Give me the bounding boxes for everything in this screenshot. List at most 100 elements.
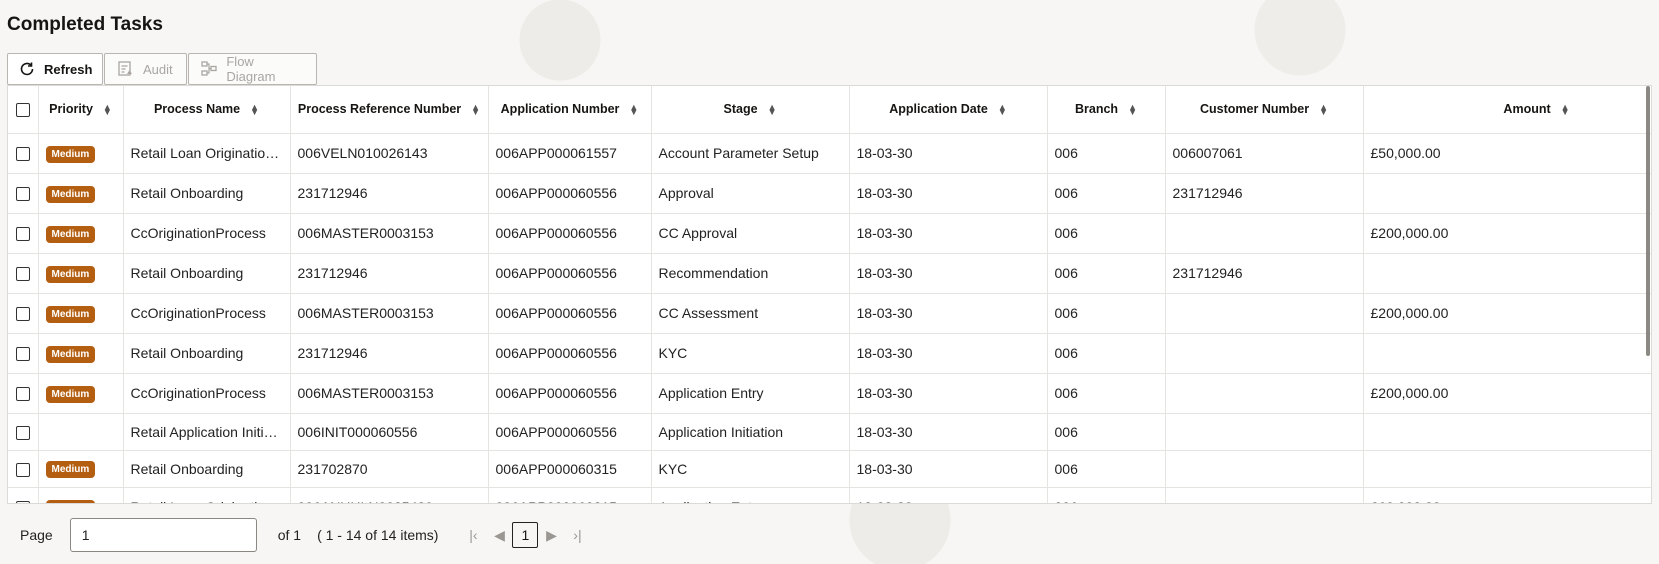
app-cell: 006APP000060556 [488, 333, 652, 374]
priority-cell: Medium [38, 293, 124, 334]
amount-cell [1363, 413, 1651, 451]
branch-cell: 006 [1047, 293, 1166, 334]
column-label: Amount [1503, 102, 1551, 117]
page-label: Page [20, 527, 53, 543]
refresh-button[interactable]: Refresh [7, 53, 103, 85]
previous-page-icon[interactable]: ◀ [486, 527, 512, 544]
priority-badge: Medium [45, 305, 96, 323]
page-number-input[interactable]: 1 [69, 518, 257, 552]
row-checkbox[interactable] [15, 501, 30, 503]
stage-cell: Account Parameter Setup [651, 133, 850, 174]
stage-cell: Application Entry [651, 487, 850, 503]
priority-cell: Medium [38, 133, 124, 174]
app-cell: 006APP000060556 [488, 413, 652, 451]
select-all-cell [8, 86, 39, 134]
table-row[interactable]: Medium Retail Onboarding 231712946 006APP00… [8, 173, 1651, 214]
flow-diagram-button[interactable]: Flow Diagram [188, 53, 317, 85]
process-cell: Retail Loan Origination... [123, 133, 291, 174]
amount-cell [1363, 253, 1651, 294]
row-checkbox[interactable] [15, 347, 30, 362]
ref-cell: 006VELN010026143 [290, 133, 489, 174]
row-checkbox[interactable] [15, 307, 30, 322]
app-cell: 006APP000060556 [488, 373, 652, 414]
first-page-icon[interactable]: |‹ [460, 527, 486, 543]
process-cell: CcOriginationProcess [123, 213, 291, 254]
process-cell: CcOriginationProcess [123, 293, 291, 334]
select-all-checkbox[interactable] [15, 102, 30, 117]
last-page-icon[interactable]: ›| [564, 527, 590, 543]
branch-cell: 006 [1047, 487, 1166, 503]
table-row[interactable]: Medium Retail Loan Originatio...006ANUHLN… [8, 487, 1651, 503]
ref-cell: 231702870 [290, 450, 489, 488]
vertical-scrollbar[interactable] [1646, 86, 1650, 356]
column-header-customer-number[interactable]: Customer Number ▲ ▼ [1165, 86, 1364, 134]
sort-icon: ▲ ▼ [102, 101, 112, 117]
page-count-text: of 1 [277, 527, 302, 543]
audit-icon [115, 59, 135, 79]
row-checkbox[interactable] [15, 147, 30, 162]
next-page-icon[interactable]: ▶ [538, 527, 564, 544]
table-row[interactable]: Medium Retail Onboarding 231712946 006APP00… [8, 333, 1651, 374]
customer-cell [1165, 333, 1364, 374]
priority-badge: Medium [45, 345, 96, 363]
sort-icon: ▲ ▼ [997, 101, 1007, 117]
branch-cell: 006 [1047, 213, 1166, 254]
customer-cell: 231712946 [1165, 253, 1364, 294]
table-row[interactable]: Medium CcOriginationProcess 006MASTER00031… [8, 213, 1651, 254]
page-nav: |‹ ◀ 1 ▶ ›| [460, 522, 590, 548]
table-row[interactable]: Medium CcOriginationProcess 006MASTER00031… [8, 293, 1651, 334]
column-label: Priority [49, 102, 93, 117]
column-header-amount[interactable]: Amount ▲ ▼ [1363, 86, 1651, 134]
column-header-application-date[interactable]: Application Date ▲ ▼ [849, 86, 1048, 134]
table-row[interactable]: Medium Retail Onboarding 231712946 006APP00… [8, 253, 1651, 294]
row-checkbox[interactable] [15, 462, 30, 477]
row-select-cell [8, 373, 39, 414]
customer-cell [1165, 293, 1364, 334]
ref-cell: 006MASTER0003153 [290, 213, 489, 254]
audit-button[interactable]: Audit [104, 53, 187, 85]
amount-cell: £50,000.00 [1363, 133, 1651, 174]
row-checkbox[interactable] [15, 267, 30, 282]
process-cell: Retail Application Initia... [123, 413, 291, 451]
priority-badge: Medium [45, 225, 96, 243]
row-checkbox[interactable] [15, 227, 30, 242]
branch-cell: 006 [1047, 333, 1166, 374]
branch-cell: 006 [1047, 450, 1166, 488]
toolbar: Refresh Audit Flow Diagram [7, 53, 318, 85]
flow-diagram-icon [199, 59, 218, 79]
row-select-cell [8, 293, 39, 334]
priority-cell: Medium [38, 253, 124, 294]
app-cell: 006APP000060315 [488, 450, 652, 488]
app-cell: 006APP000060556 [488, 213, 652, 254]
row-checkbox[interactable] [15, 425, 30, 440]
branch-cell: 006 [1047, 253, 1166, 294]
column-header-branch[interactable]: Branch ▲ ▼ [1047, 86, 1166, 134]
priority-cell: Medium [38, 487, 124, 503]
amount-cell: £200,000.00 [1363, 293, 1651, 334]
amount-cell: £200,000.00 [1363, 213, 1651, 254]
column-header-process-reference-number[interactable]: Process Reference Number ▲ ▼ [290, 86, 489, 134]
table-row[interactable]: Retail Application Initia... 006INIT00006… [8, 413, 1651, 451]
priority-badge: Medium [45, 265, 96, 283]
column-header-stage[interactable]: Stage ▲ ▼ [651, 86, 850, 134]
app-cell: 006APP000060315 [488, 487, 652, 503]
table-row[interactable]: Medium CcOriginationProcess 006MASTER00031… [8, 373, 1651, 414]
refresh-label: Refresh [44, 61, 93, 77]
column-header-application-number[interactable]: Application Number ▲ ▼ [488, 86, 652, 134]
row-checkbox[interactable] [15, 187, 30, 202]
table-row[interactable]: Medium Retail Onboarding 231702870 006APP00… [8, 450, 1651, 488]
ref-cell: 006INIT000060556 [290, 413, 489, 451]
current-page-button[interactable]: 1 [512, 522, 539, 548]
column-label: Branch [1075, 102, 1119, 117]
date-cell: 18-03-30 [849, 413, 1048, 451]
column-label: Application Number [500, 102, 620, 117]
column-header-priority[interactable]: Priority ▲ ▼ [38, 86, 124, 134]
priority-cell: Medium [38, 450, 124, 488]
date-cell: 18-03-30 [849, 173, 1048, 214]
column-header-process-name[interactable]: Process Name ▲ ▼ [123, 86, 291, 134]
row-checkbox[interactable] [15, 387, 30, 402]
page-title: Completed Tasks [7, 14, 163, 35]
table-row[interactable]: Medium Retail Loan Origination... 006VELN0… [8, 133, 1651, 174]
customer-cell [1165, 373, 1364, 414]
row-select-cell [8, 487, 39, 503]
